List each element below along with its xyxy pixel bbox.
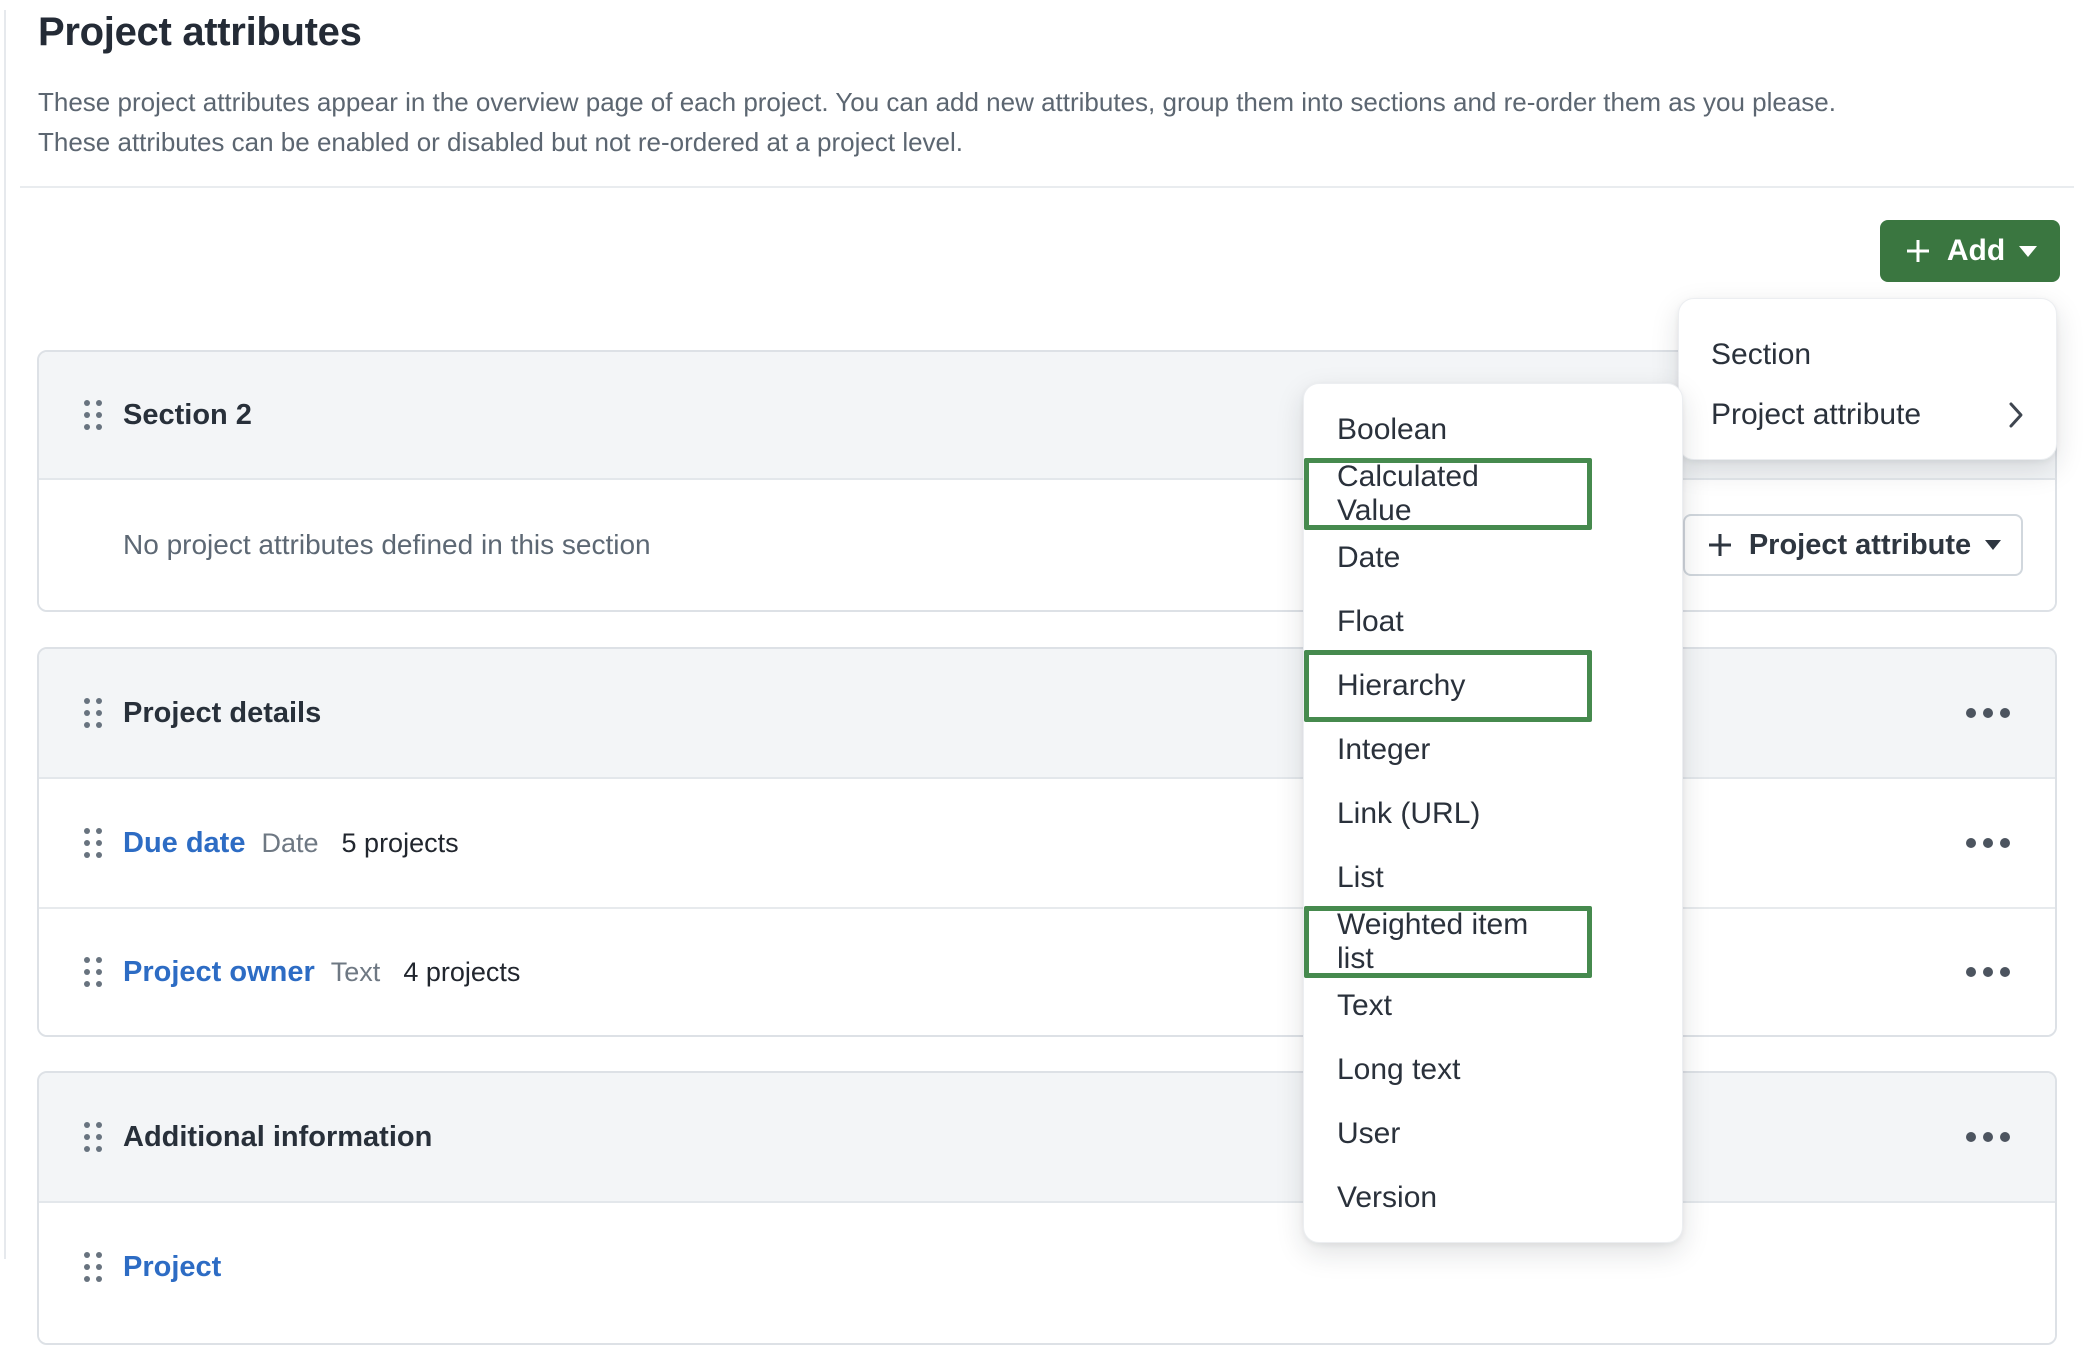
attribute-row: Due date Date 5 projects (39, 779, 2055, 907)
type-menu-item-label: Float (1337, 605, 1404, 639)
drag-handle-icon[interactable] (82, 826, 104, 860)
type-menu-item-label: Version (1337, 1181, 1437, 1215)
add-project-attribute-button[interactable]: Project attribute (1683, 514, 2023, 576)
type-menu-item-label: Hierarchy (1337, 669, 1465, 703)
drag-handle-icon[interactable] (82, 1120, 104, 1154)
attribute-usage-count: 5 projects (342, 828, 459, 859)
ellipsis-icon (1965, 1131, 2011, 1143)
attribute-usage-count: 4 projects (403, 957, 520, 988)
drag-handle-icon[interactable] (82, 955, 104, 989)
type-menu-item-date[interactable]: Date (1304, 526, 1682, 590)
section-actions-button[interactable] (1965, 1123, 2011, 1151)
type-menu-item-integer[interactable]: Integer (1304, 718, 1682, 782)
type-menu-item-list[interactable]: List (1304, 846, 1682, 910)
page-title: Project attributes (38, 10, 2056, 54)
add-button-label: Add (1947, 234, 2005, 268)
page-description-line: These attributes can be enabled or disab… (38, 122, 2056, 162)
type-menu-item-label: Boolean (1337, 413, 1447, 447)
page-description: These project attributes appear in the o… (38, 82, 2056, 162)
section-actions-button[interactable] (1965, 699, 2011, 727)
type-menu-item-label: User (1337, 1117, 1400, 1151)
drag-handle-icon[interactable] (82, 696, 104, 730)
type-menu-item-user[interactable]: User (1304, 1102, 1682, 1166)
type-menu-item-label: Long text (1337, 1053, 1460, 1087)
attribute-name-link[interactable]: Due date (123, 827, 245, 860)
section-title: Project details (123, 697, 321, 730)
header-divider (20, 186, 2074, 188)
type-menu-item-label: Text (1337, 989, 1392, 1023)
ellipsis-icon (1965, 966, 2011, 978)
attribute-type-menu: Boolean Calculated Value Date Float Hier… (1303, 383, 1683, 1243)
type-menu-item-label: Calculated Value (1337, 460, 1559, 528)
type-menu-item-link-url[interactable]: Link (URL) (1304, 782, 1682, 846)
chevron-right-icon (2008, 401, 2024, 429)
type-menu-item-label: Integer (1337, 733, 1430, 767)
type-menu-item-text[interactable]: Text (1304, 974, 1682, 1038)
attribute-name-link[interactable]: Project owner (123, 956, 315, 989)
type-menu-item-version[interactable]: Version (1304, 1166, 1682, 1230)
type-menu-item-long-text[interactable]: Long text (1304, 1038, 1682, 1102)
type-menu-item-label: Date (1337, 541, 1400, 575)
attribute-type-label: Text (331, 957, 381, 988)
toolbar: Add (0, 220, 2094, 282)
section-card-project-details: Project details Due date Date 5 projects… (37, 647, 2057, 1037)
type-menu-item-float[interactable]: Float (1304, 590, 1682, 654)
menu-item-section[interactable]: Section (1679, 325, 2056, 385)
add-project-attribute-label: Project attribute (1749, 529, 1971, 562)
ellipsis-icon (1965, 837, 2011, 849)
section-title: Additional information (123, 1121, 432, 1154)
ellipsis-icon (1965, 707, 2011, 719)
type-menu-item-label: Link (URL) (1337, 797, 1480, 831)
page-description-line: These project attributes appear in the o… (38, 82, 2056, 122)
type-menu-item-calculated-value[interactable]: Calculated Value (1304, 458, 1592, 530)
page-header: Project attributes These project attribu… (0, 10, 2094, 162)
drag-handle-icon[interactable] (82, 398, 104, 432)
section-header: Additional information (39, 1073, 2055, 1203)
chevron-down-icon (2019, 246, 2037, 257)
attribute-row-partial: Project (39, 1203, 2055, 1331)
drag-handle-icon[interactable] (82, 1250, 104, 1284)
attribute-row: Project owner Text 4 projects (39, 907, 2055, 1035)
add-button[interactable]: Add (1880, 220, 2060, 282)
type-menu-item-hierarchy[interactable]: Hierarchy (1304, 650, 1592, 722)
plus-icon (1903, 236, 1933, 266)
plus-icon (1705, 530, 1735, 560)
section-body: Project (39, 1203, 2055, 1343)
menu-item-project-attribute[interactable]: Project attribute (1679, 385, 2056, 445)
attribute-name-link[interactable]: Project (123, 1251, 221, 1284)
attribute-actions-button[interactable] (1965, 829, 2011, 857)
type-menu-item-label: List (1337, 861, 1384, 895)
content-left-border (4, 10, 6, 1259)
attribute-actions-button[interactable] (1965, 958, 2011, 986)
section-title: Section 2 (123, 399, 252, 432)
menu-item-label: Section (1711, 338, 1811, 372)
section-card-additional-information: Additional information Project (37, 1071, 2057, 1345)
section-body: No project attributes defined in this se… (39, 480, 2055, 610)
type-menu-item-weighted-item-list[interactable]: Weighted item list (1304, 906, 1592, 978)
add-dropdown-menu: Section Project attribute (1678, 298, 2057, 460)
type-menu-item-label: Weighted item list (1337, 908, 1559, 976)
empty-section-message: No project attributes defined in this se… (123, 529, 651, 561)
chevron-down-icon (1985, 540, 2001, 550)
attribute-type-label: Date (261, 828, 318, 859)
section-header: Project details (39, 649, 2055, 779)
type-menu-item-boolean[interactable]: Boolean (1304, 398, 1682, 462)
menu-item-label: Project attribute (1711, 398, 1921, 432)
